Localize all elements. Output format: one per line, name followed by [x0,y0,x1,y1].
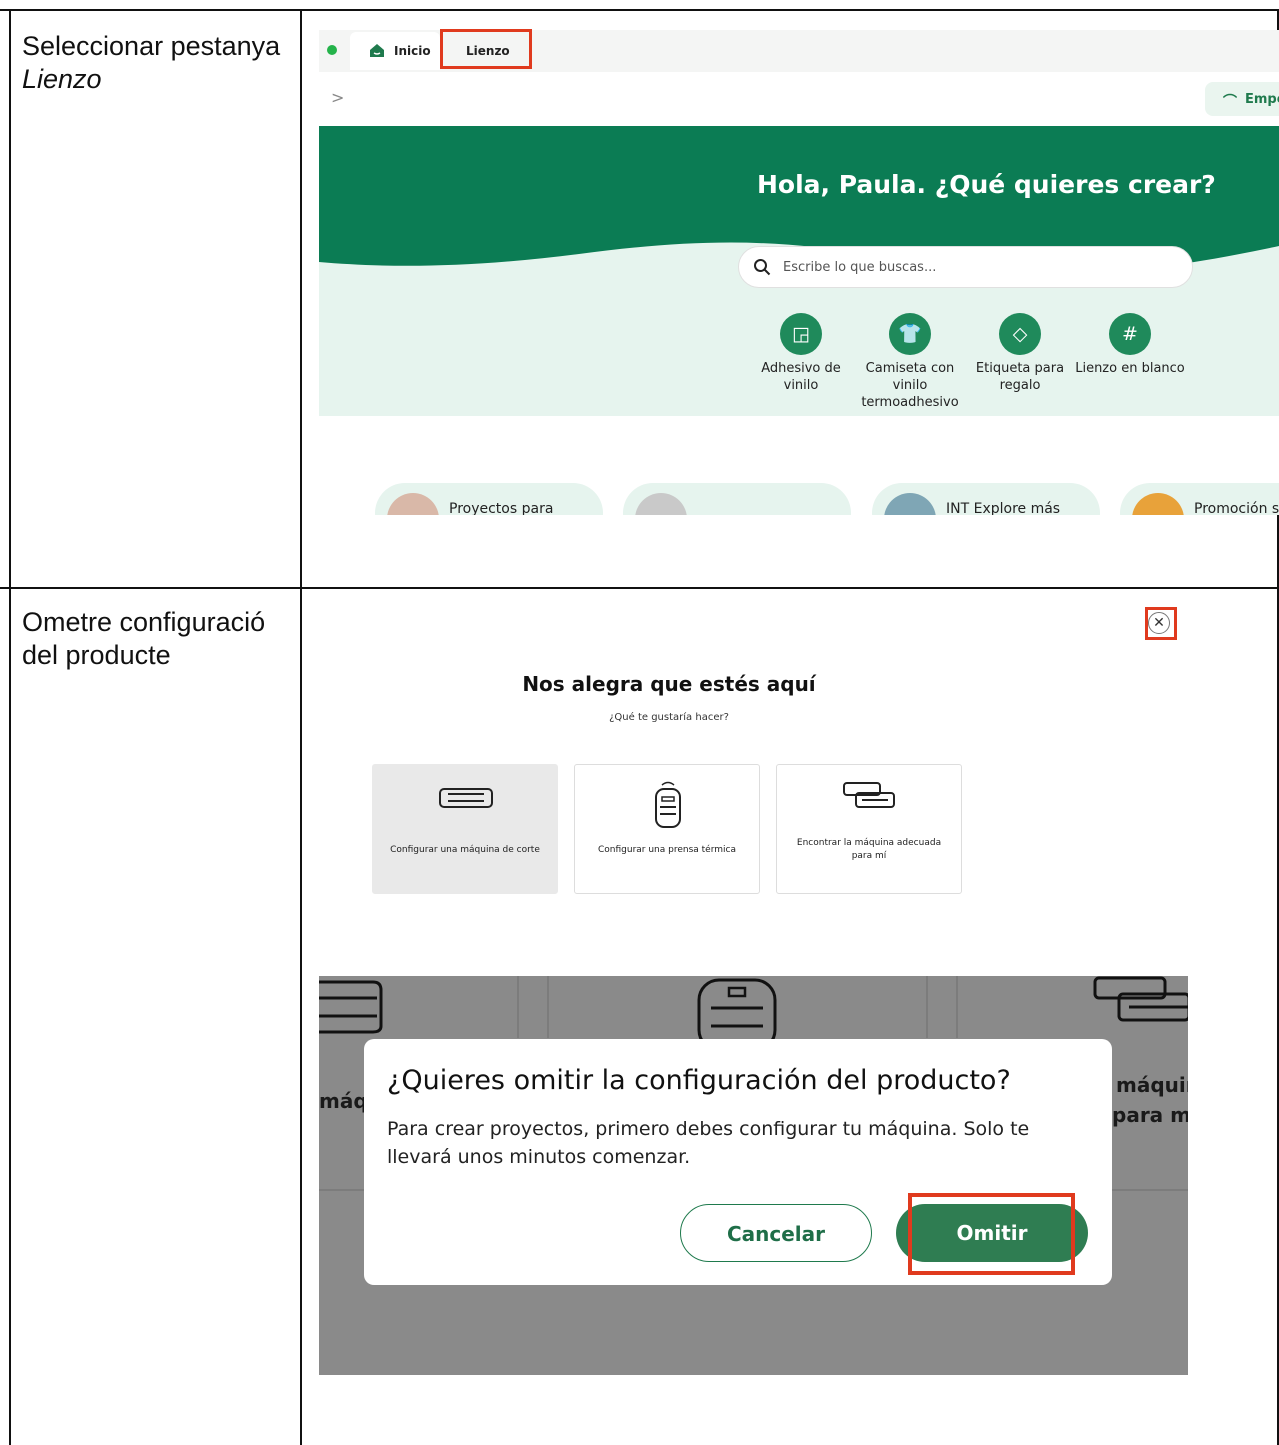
dialog-title: ¿Quieres omitir la configuración del pro… [387,1065,1011,1096]
tag-icon: ◇ [999,313,1041,355]
shape-icon: ⌒ [1223,94,1237,110]
search-icon [754,259,771,276]
hash-icon: # [1109,313,1151,355]
category-thumbnail [884,493,936,515]
highlight-close-button [1145,607,1177,640]
category-pill-label: INT Explore más [946,501,1061,515]
hero-title: Hola, Paula. ¿Qué quieres crear? [757,170,1216,199]
table-column-divider [300,9,302,1445]
category-pill[interactable]: Promoción s [1120,483,1279,515]
card-label: Configurar una prensa térmica [597,845,736,855]
card-label: Configurar una máquina de corte [390,845,540,855]
find-machine-card[interactable]: Encontrar la máquina adecuada para mí [776,764,962,894]
quick-action-label: Etiqueta para regalo [975,361,1065,393]
home-icon [370,44,384,57]
step-label-skip-setup: Ometre configuració del producte [22,607,266,670]
machines-icon [843,782,895,808]
setup-heat-press-card[interactable]: Configurar una prensa térmica [574,764,760,894]
table-border-left [9,9,11,1445]
table-border-top [0,9,1279,11]
navigation-bar: > ⌒ Empe [319,72,1279,126]
category-pill-label: Promoción s [1194,501,1279,515]
dialog-body: Para crear proyectos, primero debes conf… [387,1118,1030,1168]
step-label-italic: Lienzo [22,64,102,94]
start-button[interactable]: ⌒ Empe [1205,82,1279,116]
search-placeholder: Escribe lo que buscas... [783,260,937,275]
welcome-subtitle: ¿Qué te gustaría hacer? [609,712,729,723]
highlight-canvas-tab [440,29,532,69]
screenshot-home: Inicio Lienzo > ⌒ Empe Hola, Paula. ¿Qué… [319,30,1279,515]
cancel-button[interactable]: Cancelar [680,1204,872,1262]
quick-action-label: Adhesivo de vinilo [761,361,841,393]
status-dot [327,45,337,55]
start-button-label: Empe [1245,92,1279,107]
table-row-divider [0,587,1279,589]
screenshot-welcome: ✕ Nos alegra que estés aquí ¿Qué te gust… [319,600,1188,920]
category-pill[interactable] [623,483,851,515]
category-pill[interactable]: Proyectos para [375,483,603,515]
screenshot-skip-dialog: máq máquin para mí ¿Quieres omitir la co… [319,976,1188,1375]
heat-press-icon [655,781,681,828]
sticker-icon: ◲ [780,313,822,355]
quick-action-blank-canvas[interactable]: # Lienzo en blanco [1075,313,1185,377]
background-card-text: para mí [1112,1103,1188,1127]
category-thumbnail [1132,493,1184,515]
step-label-select-canvas-tab: Seleccionar pestanya Lienzo [22,30,282,96]
category-thumbnail [387,493,439,515]
quick-action-gift-tag[interactable]: ◇ Etiqueta para regalo [965,313,1075,394]
background-card-text: máquin [1116,1073,1188,1097]
highlight-skip-button [908,1193,1075,1275]
category-thumbnail [635,493,687,515]
quick-action-label: Camiseta con vinilo termoadhesivo [861,361,959,410]
category-pill-label: Proyectos para [449,501,554,515]
cancel-button-label: Cancelar [726,1222,826,1246]
chevron-right-icon[interactable]: > [331,88,344,107]
quick-action-tshirt[interactable]: 👕 Camiseta con vinilo termoadhesivo [855,313,965,411]
cutting-machine-icon [439,788,493,808]
setup-cut-machine-card[interactable]: Configurar una máquina de corte [372,764,558,894]
card-label: Encontrar la máquina adecuada para mí [796,838,942,861]
step-label-text: Seleccionar pestanya [22,31,281,61]
search-input[interactable]: Escribe lo que buscas... [738,246,1193,288]
quick-action-label: Lienzo en blanco [1075,361,1185,376]
tab-home[interactable]: Inicio [350,32,440,70]
welcome-title: Nos alegra que estés aquí [522,672,816,696]
background-card-text: máq [319,1089,368,1113]
tab-home-label: Inicio [394,44,431,58]
category-pill[interactable]: INT Explore más [872,483,1100,515]
quick-action-vinyl-sticker[interactable]: ◲ Adhesivo de vinilo [746,313,856,394]
tshirt-icon: 👕 [889,313,931,355]
hero-banner: Hola, Paula. ¿Qué quieres crear? Escribe… [319,126,1279,416]
